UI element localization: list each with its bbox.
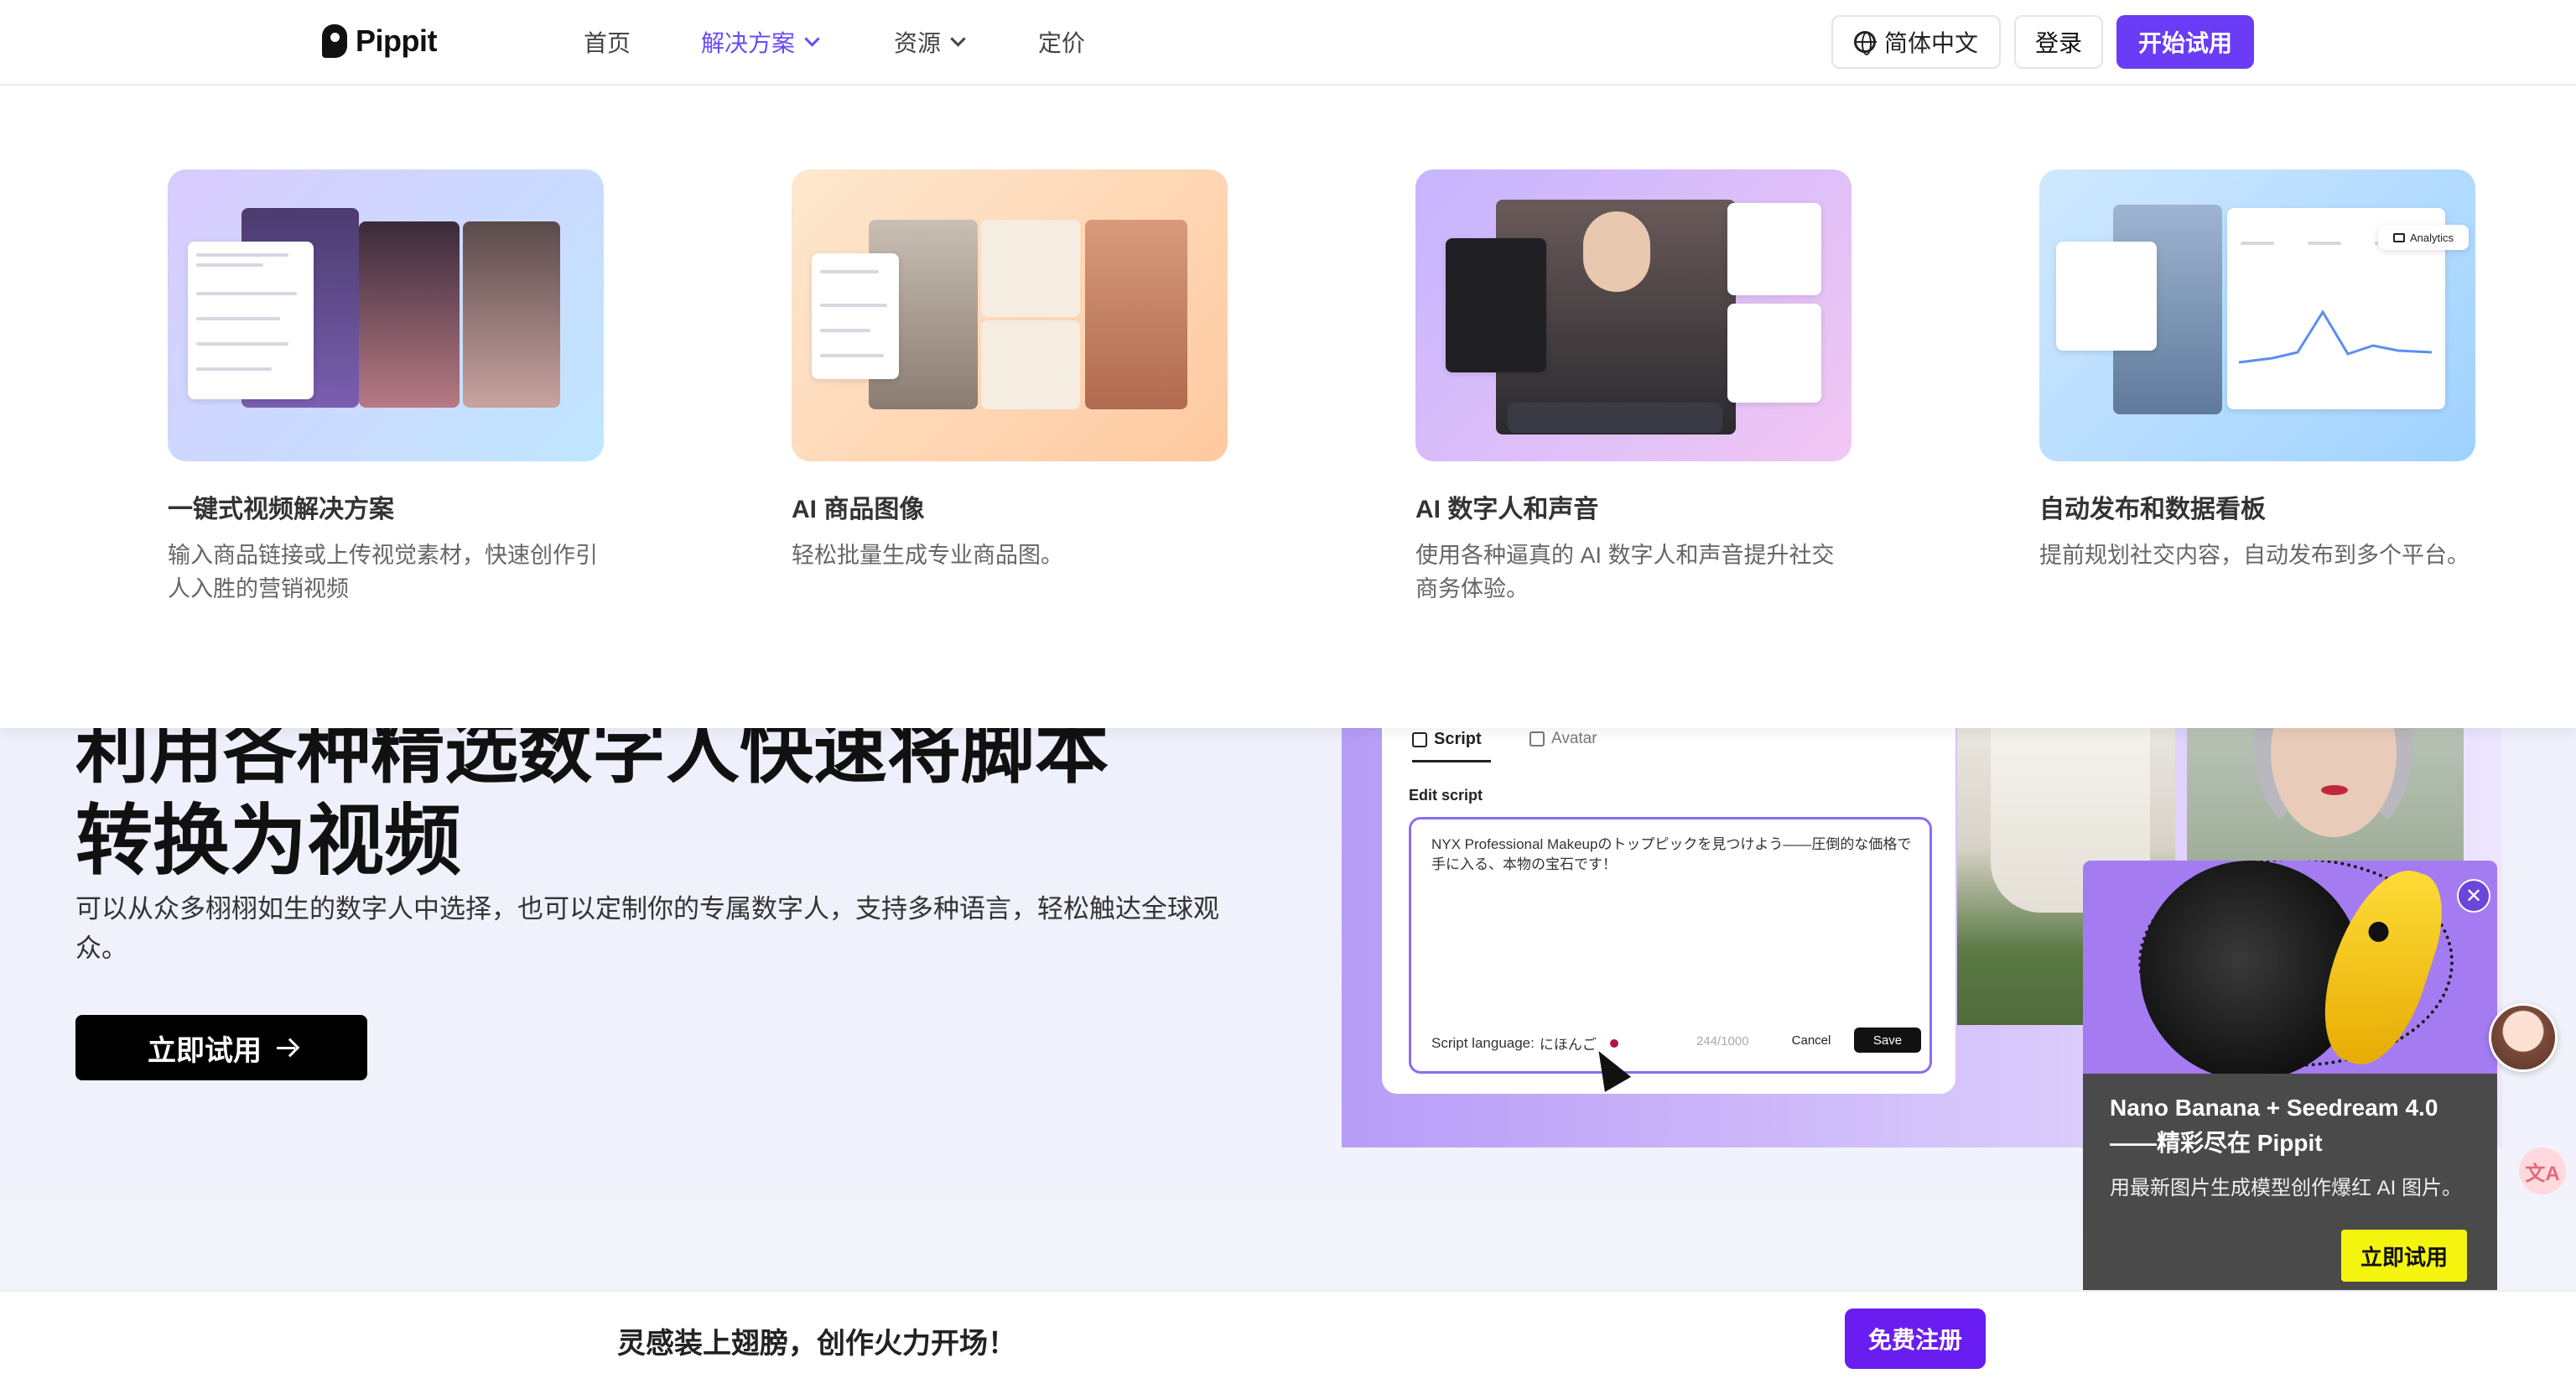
hero-try-button[interactable]: 立即试用 — [75, 1015, 367, 1080]
card-desc: 使用各种逼真的 AI 数字人和声音提升社交商务体验。 — [1415, 543, 1835, 601]
translate-icon[interactable]: 文A — [2519, 1147, 2566, 1194]
close-icon[interactable]: ✕ — [2457, 879, 2490, 913]
solution-card-video[interactable]: 一键式视频解决方案 输入商品链接或上传视觉素材，快速创作引人入胜的营销视频 — [168, 169, 604, 606]
banner-text: 灵感装上翅膀，创作火力开场！ — [617, 1328, 1016, 1360]
card-thumbnail: Analytics — [2039, 169, 2475, 461]
logo-icon — [322, 24, 347, 58]
solutions-dropdown: 一键式视频解决方案 输入商品链接或上传视觉素材，快速创作引人入胜的营销视频 AI… — [0, 86, 2576, 728]
tab-script[interactable]: Script — [1412, 730, 1482, 749]
nav-link-label: 定价 — [1038, 30, 1086, 56]
tab-label: Script — [1434, 730, 1482, 748]
assistant-avatar[interactable] — [2489, 1003, 2558, 1072]
language-label: 简体中文 — [1883, 30, 1978, 56]
analytics-badge: Analytics — [2378, 225, 2469, 250]
start-trial-button[interactable]: 开始试用 — [2116, 15, 2254, 69]
tab-avatar[interactable]: Avatar — [1530, 730, 1597, 748]
avatar-photo-2 — [2187, 728, 2464, 862]
card-thumbnail — [168, 169, 604, 461]
top-nav: Pippit 首页 解决方案 资源 定价 简体中文 登录 开始试用 — [0, 0, 2576, 86]
card-desc: 轻松批量生成专业商品图。 — [792, 543, 1063, 568]
cancel-button[interactable]: Cancel — [1777, 1028, 1846, 1053]
chevron-down-icon — [950, 30, 966, 47]
promo-image — [2083, 861, 2497, 1074]
globe-icon — [1853, 31, 1877, 55]
promo-popup: ✕ Nano Banana + Seedream 4.0 ——精彩尽在 Pipp… — [2083, 861, 2497, 1290]
solution-card-avatars[interactable]: AI 数字人和声音 使用各种逼真的 AI 数字人和声音提升社交商务体验。 — [1415, 169, 1852, 606]
save-button[interactable]: Save — [1854, 1028, 1921, 1053]
nav-link-pricing[interactable]: 定价 — [1038, 25, 1085, 59]
hero-description: 可以从众多栩栩如生的数字人中选择，也可以定制你的专属数字人，支持多种语言，轻松触… — [75, 894, 1219, 963]
arrow-right-icon — [277, 1046, 295, 1049]
nav-link-label: 解决方案 — [701, 30, 796, 56]
script-language-value: にほんご — [1539, 1037, 1597, 1053]
script-language-label: Script language: — [1431, 1034, 1535, 1051]
login-button[interactable]: 登录 — [2014, 15, 2103, 69]
promo-try-button[interactable]: 立即试用 — [2341, 1230, 2467, 1282]
card-desc: 输入商品链接或上传视觉素材，快速创作引人入胜的营销视频 — [168, 543, 598, 601]
nav-link-resources[interactable]: 资源 — [894, 25, 966, 59]
brand-logo[interactable]: Pippit — [322, 23, 437, 59]
script-icon — [1412, 731, 1427, 747]
nav-link-home[interactable]: 首页 — [584, 25, 631, 59]
solution-card-publishing[interactable]: Analytics 自动发布和数据看板 提前规划社交内容，自动发布到多个平台。 — [2039, 169, 2475, 572]
card-title: 自动发布和数据看板 — [2039, 496, 2266, 523]
card-title: AI 数字人和声音 — [1415, 496, 1599, 523]
hero-try-label: 立即试用 — [148, 1034, 262, 1067]
free-signup-button[interactable]: 免费注册 — [1845, 1309, 1986, 1369]
tab-indicator — [1412, 760, 1491, 762]
card-desc: 提前规划社交内容，自动发布到多个平台。 — [2039, 543, 2470, 568]
hero-title: 转换为视频 — [75, 799, 462, 884]
edit-script-label: Edit script — [1409, 787, 1483, 804]
card-thumbnail — [1415, 169, 1852, 461]
nav-link-label: 首页 — [584, 30, 631, 56]
nav-link-solutions[interactable]: 解决方案 — [701, 25, 820, 59]
card-title: AI 商品图像 — [792, 496, 925, 523]
brand-name: Pippit — [356, 23, 437, 58]
chevron-down-icon — [804, 30, 820, 47]
card-thumbnail — [792, 169, 1228, 461]
nav-link-label: 资源 — [894, 30, 942, 56]
avatar-icon — [1530, 731, 1545, 747]
script-textarea[interactable]: NYX Professional Makeupのトップピックを見つけよう——圧倒… — [1409, 817, 1932, 1074]
char-counter: 244/1000 — [1696, 1034, 1749, 1048]
signup-banner: 灵感装上翅膀，创作火力开场！ 免费注册 — [0, 1290, 2576, 1384]
script-editor: Script Avatar Edit script NYX Profession… — [1382, 728, 1955, 1094]
script-text: NYX Professional Makeupのトップピックを見つけよう——圧倒… — [1431, 836, 1912, 872]
card-title: 一键式视频解决方案 — [168, 496, 394, 523]
promo-description: 用最新图片生成模型创作爆红 AI 图片。 — [2110, 1177, 2463, 1199]
tab-label: Avatar — [1551, 730, 1597, 747]
solution-card-product-image[interactable]: AI 商品图像 轻松批量生成专业商品图。 — [792, 169, 1228, 572]
promo-title: Nano Banana + Seedream 4.0 ——精彩尽在 Pippit — [2110, 1095, 2438, 1156]
language-selector[interactable]: 简体中文 — [1831, 15, 2001, 69]
script-language[interactable]: Script language: にほんご — [1431, 1033, 1618, 1054]
